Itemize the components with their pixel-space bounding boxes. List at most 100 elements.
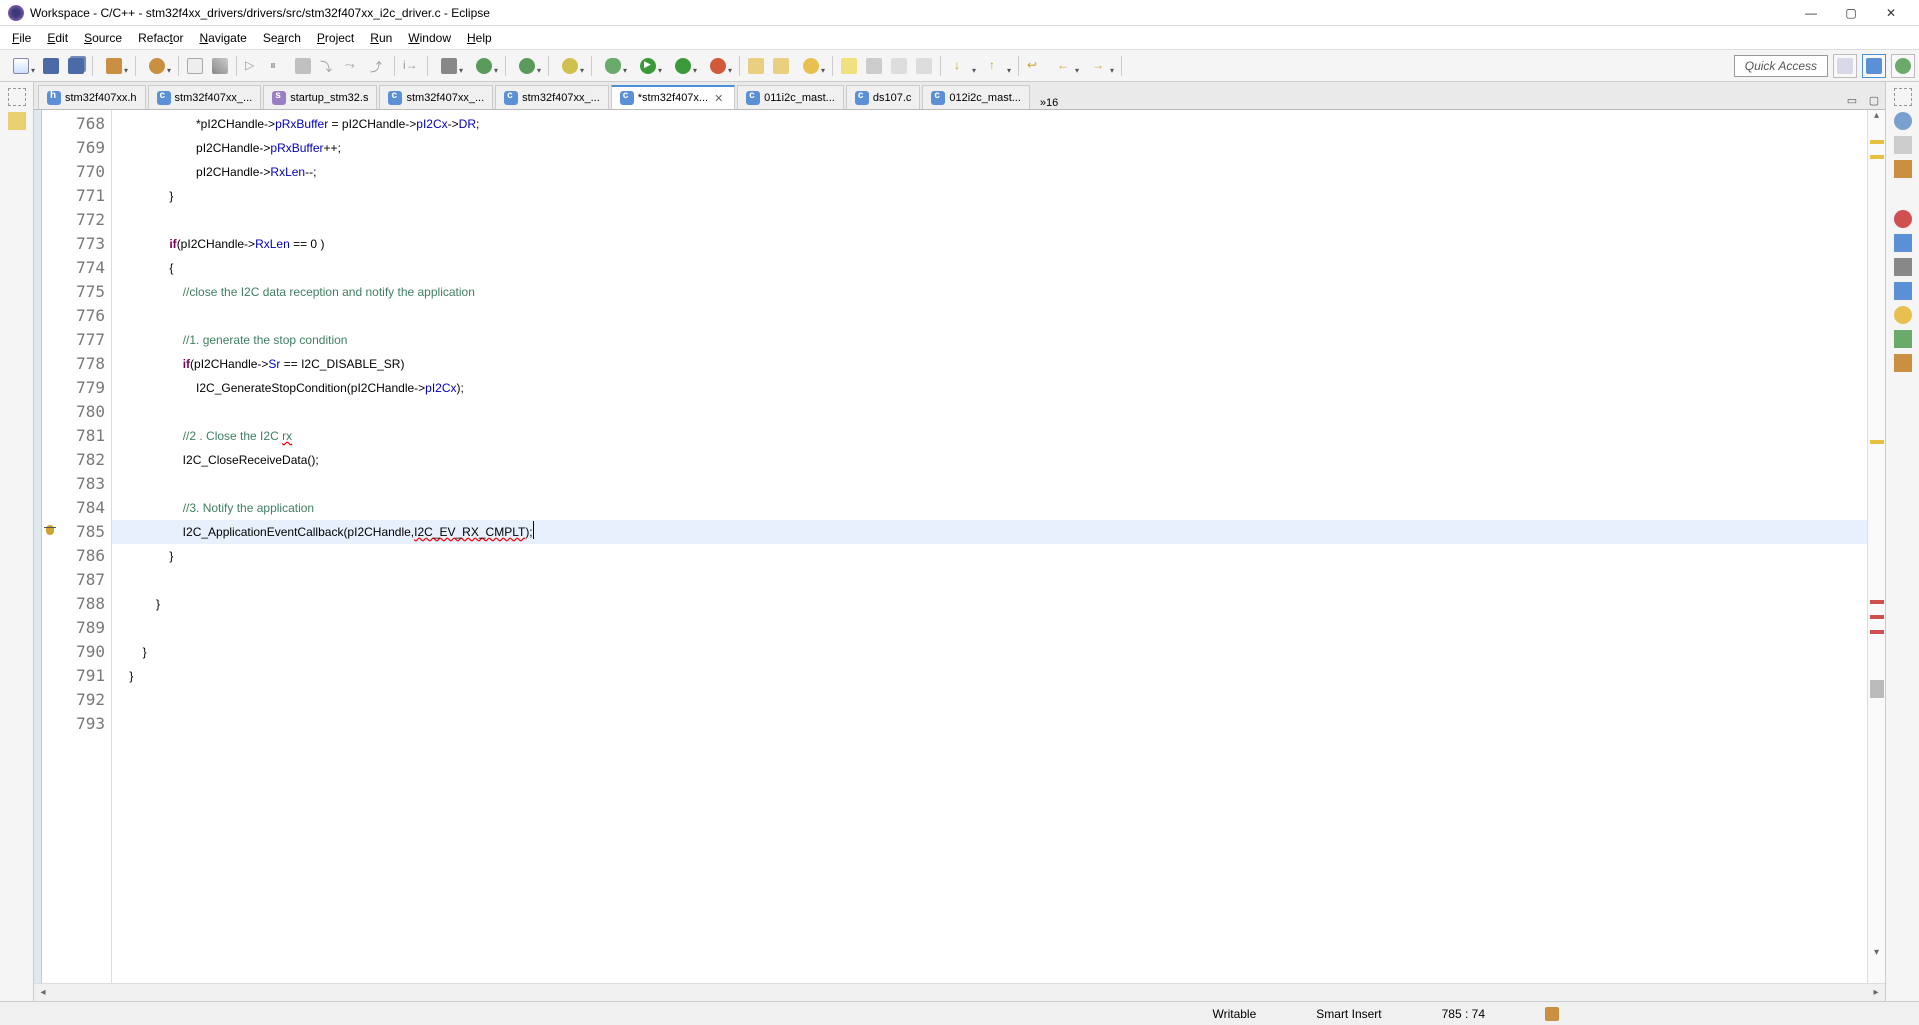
status-writable[interactable]: Writable: [1202, 1007, 1266, 1021]
maximize-editor-button[interactable]: ▢: [1865, 91, 1883, 109]
overview-warning-mark[interactable]: [1870, 440, 1884, 444]
show-whitespace-button[interactable]: [887, 54, 911, 78]
editor-tab-7[interactable]: ds107.c: [846, 85, 921, 109]
instruction-step-button[interactable]: i→: [399, 54, 423, 78]
step-return-button[interactable]: ⤴: [366, 54, 390, 78]
menu-source[interactable]: Source: [76, 29, 130, 47]
save-button[interactable]: [39, 54, 63, 78]
menu-search[interactable]: Search: [255, 29, 309, 47]
code-line[interactable]: I2C_GenerateStopCondition(pI2CHandle->pI…: [112, 376, 1867, 400]
menu-file[interactable]: File: [4, 29, 39, 47]
code-line[interactable]: pI2CHandle->RxLen--;: [112, 160, 1867, 184]
code-line[interactable]: [112, 616, 1867, 640]
external-tools-button[interactable]: [701, 54, 735, 78]
task-list-icon[interactable]: [1894, 136, 1912, 154]
folding-ruler[interactable]: [34, 110, 42, 983]
menu-edit[interactable]: Edit: [39, 29, 76, 47]
prev-annotation-button[interactable]: ↑: [980, 54, 1014, 78]
project-explorer-icon[interactable]: [8, 112, 26, 130]
terminate-button[interactable]: [291, 54, 315, 78]
close-button[interactable]: ✕: [1871, 1, 1911, 25]
editor-tab-5[interactable]: *stm32f407x...✕: [611, 85, 735, 109]
properties-view-icon[interactable]: [1894, 282, 1912, 300]
hscroll-right-button[interactable]: ▸: [1867, 987, 1885, 998]
editor-tab-4[interactable]: stm32f407xx_...: [495, 85, 609, 109]
resume-button[interactable]: ▷: [241, 54, 265, 78]
overview-error-mark[interactable]: [1870, 600, 1884, 604]
next-annotation-button[interactable]: ↓: [945, 54, 979, 78]
search-button[interactable]: [794, 54, 828, 78]
editor-tab-3[interactable]: stm32f407xx_...: [379, 85, 493, 109]
menu-refactor[interactable]: Refactor: [130, 29, 191, 47]
open-task-button[interactable]: [769, 54, 793, 78]
debug-config-button[interactable]: [467, 54, 501, 78]
last-edit-button[interactable]: ↩: [1023, 54, 1047, 78]
restore-view-icon[interactable]: [8, 88, 26, 106]
suspend-button[interactable]: ⏸: [266, 54, 290, 78]
code-line[interactable]: }: [112, 184, 1867, 208]
menu-help[interactable]: Help: [459, 29, 500, 47]
profile-button[interactable]: [553, 54, 587, 78]
code-line[interactable]: *pI2CHandle->pRxBuffer = pI2CHandle->pI2…: [112, 112, 1867, 136]
menu-run[interactable]: Run: [362, 29, 400, 47]
code-line[interactable]: [112, 712, 1867, 736]
code-line[interactable]: }: [112, 664, 1867, 688]
code-line[interactable]: }: [112, 544, 1867, 568]
overview-error-mark[interactable]: [1870, 630, 1884, 634]
build-targets-icon[interactable]: [1894, 160, 1912, 178]
tasks-view-icon[interactable]: [1894, 234, 1912, 252]
coverage-button[interactable]: [666, 54, 700, 78]
run-config-button[interactable]: [510, 54, 544, 78]
code-line[interactable]: pI2CHandle->pRxBuffer++;: [112, 136, 1867, 160]
code-line[interactable]: [112, 688, 1867, 712]
editor-tab-2[interactable]: startup_stm32.s: [263, 85, 377, 109]
code-line[interactable]: }: [112, 640, 1867, 664]
tab-overflow-indicator[interactable]: »16: [1036, 97, 1062, 109]
step-over-button[interactable]: ⤳: [341, 54, 365, 78]
code-editor[interactable]: 7687697707717727737747757767777787797807…: [34, 110, 1885, 983]
launch-mode-button[interactable]: [432, 54, 466, 78]
scroll-down-button[interactable]: ▾: [1868, 947, 1885, 965]
restore-right-view-icon[interactable]: [1894, 88, 1912, 106]
status-cursor-position[interactable]: 785 : 74: [1432, 1007, 1495, 1021]
run-button[interactable]: ▶: [631, 54, 665, 78]
quick-access-field[interactable]: Quick Access: [1734, 55, 1828, 77]
debug-perspective-button[interactable]: [1891, 54, 1915, 78]
code-line[interactable]: //1. generate the stop condition: [112, 328, 1867, 352]
code-line[interactable]: [112, 208, 1867, 232]
toggle-button[interactable]: [183, 54, 207, 78]
back-button[interactable]: ←: [1048, 54, 1082, 78]
open-type-button[interactable]: [744, 54, 768, 78]
overview-warning-mark[interactable]: [1870, 140, 1884, 144]
editor-tab-6[interactable]: 011i2c_mast...: [737, 85, 844, 109]
problems-view-icon[interactable]: [1894, 210, 1912, 228]
status-insert-mode[interactable]: Smart Insert: [1306, 1007, 1391, 1021]
menu-project[interactable]: Project: [309, 29, 362, 47]
scroll-up-button[interactable]: ▴: [1868, 110, 1885, 128]
new-button[interactable]: [4, 54, 38, 78]
menu-navigate[interactable]: Navigate: [191, 29, 254, 47]
editor-tab-0[interactable]: stm32f407xx.h: [38, 85, 146, 109]
code-line[interactable]: I2C_ApplicationEventCallback(pI2CHandle,…: [112, 520, 1867, 544]
open-perspective-button[interactable]: [1833, 54, 1857, 78]
wand-button[interactable]: [208, 54, 232, 78]
editor-tab-1[interactable]: stm32f407xx_...: [148, 85, 262, 109]
maximize-button[interactable]: ▢: [1831, 1, 1871, 25]
status-build-icon[interactable]: [1535, 1007, 1569, 1021]
overview-warning-mark[interactable]: [1870, 155, 1884, 159]
code-line[interactable]: [112, 568, 1867, 592]
editor-tab-8[interactable]: 012i2c_mast...: [922, 85, 1030, 109]
code-line[interactable]: I2C_CloseReceiveData();: [112, 448, 1867, 472]
menu-window[interactable]: Window: [400, 29, 459, 47]
horizontal-scrollbar[interactable]: ◂ ▸: [34, 983, 1885, 1001]
code-line[interactable]: if(pI2CHandle->Sr == I2C_DISABLE_SR): [112, 352, 1867, 376]
mark-occurrences-button[interactable]: [837, 54, 861, 78]
toggle-block-button[interactable]: [862, 54, 886, 78]
console-view-icon[interactable]: [1894, 258, 1912, 276]
code-line[interactable]: [112, 400, 1867, 424]
hscroll-left-button[interactable]: ◂: [34, 987, 52, 998]
code-line[interactable]: }: [112, 592, 1867, 616]
tab-close-icon[interactable]: ✕: [714, 92, 726, 104]
error-marker-icon[interactable]: [46, 525, 54, 535]
cpp-perspective-button[interactable]: [1862, 54, 1886, 78]
